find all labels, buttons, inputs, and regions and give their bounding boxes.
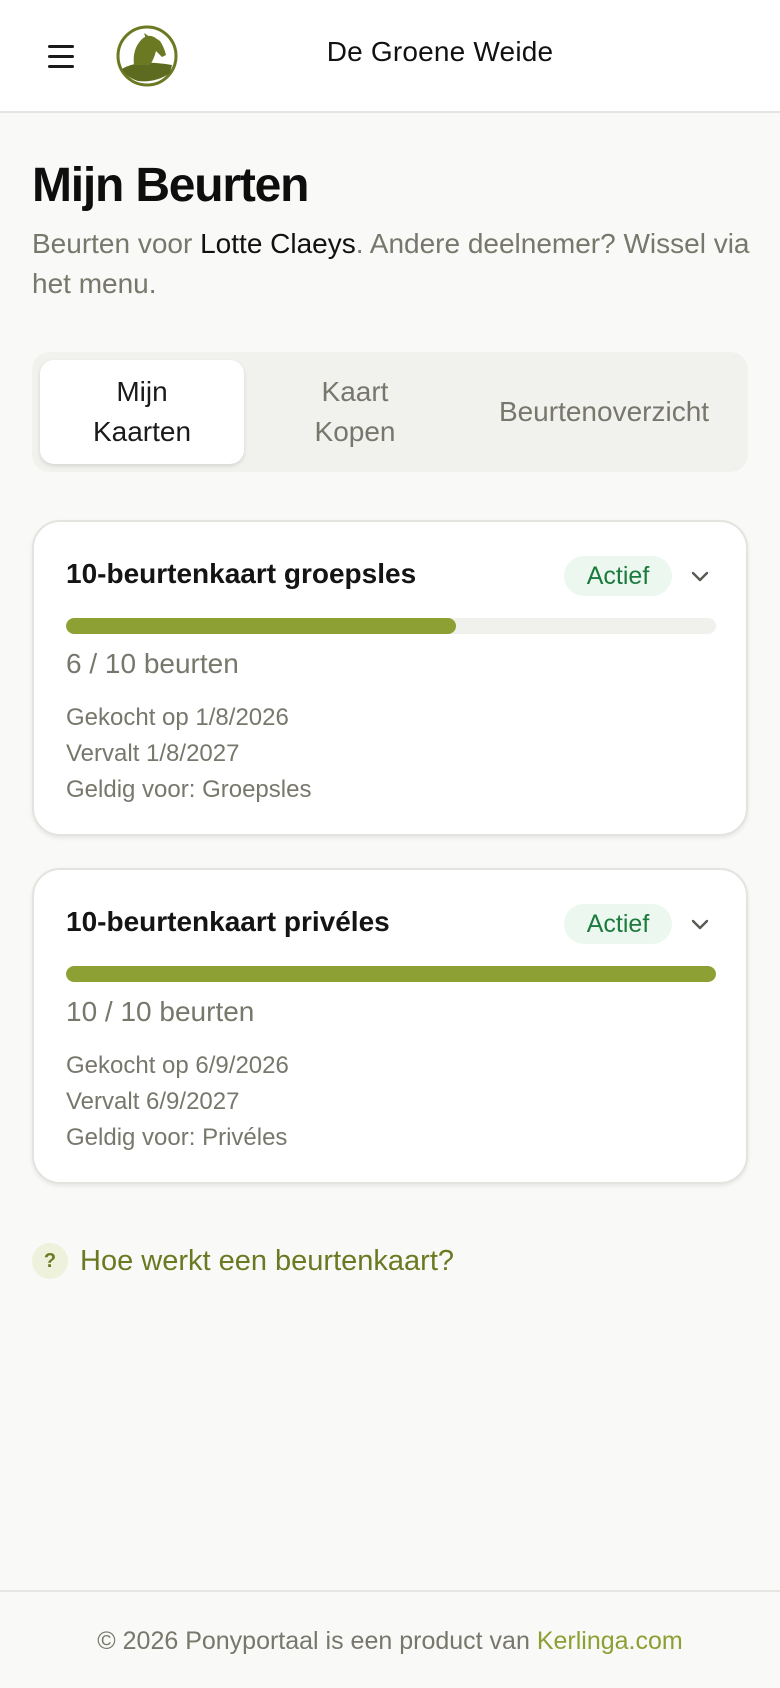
valid-for: Geldig voor: Privéles [66,1124,288,1151]
tab-label: Beurtenoverzicht [498,396,710,427]
status-badge: Actief [564,556,672,596]
progress-bar-fill [66,966,716,982]
tab-bar: Mijn Kaarten Kaart Kopen Beurtenoverzicht [32,352,748,472]
card-details: Gekocht op 6/9/2026 Vervalt 6/9/2027 Gel… [66,1048,289,1156]
subtitle-prefix: Beurten voor [32,228,201,259]
participant-name: Lotte Claeys [200,228,356,259]
question-icon: ? [32,1243,68,1279]
status-badge: Actief [564,904,672,944]
tab-label-line2: Kaarten [92,416,192,447]
footer-text: © 2026 Ponyportaal is een product van [97,1627,537,1655]
page-title: Mijn Beurten [32,159,309,212]
card-title: 10-beurtenkaart groepsles [66,558,417,589]
help-link[interactable]: ? Hoe werkt een beurtenkaart? [32,1241,454,1281]
card-groepsles[interactable]: 10-beurtenkaart groepsles Actief 6 / 10 … [32,520,748,836]
tab-beurtenoverzicht[interactable]: Beurtenoverzicht [466,360,742,464]
page-subtitle: Beurten voor Lotte Claeys. Andere deelne… [32,224,752,304]
progress-bar [66,966,716,982]
progress-bar [66,618,716,634]
footer: © 2026 Ponyportaal is een product van Ke… [0,1590,780,1688]
tab-label-line1: Mijn [116,376,168,407]
help-link-label: Hoe werkt een beurtenkaart? [80,1244,454,1277]
app-header: De Groene Weide [0,0,780,113]
usage-count: 6 / 10 beurten [66,648,239,679]
expiry-date: Vervalt 1/8/2027 [66,740,240,767]
card-details: Gekocht op 1/8/2026 Vervalt 1/8/2027 Gel… [66,700,311,808]
tab-label-line1: Kaart [321,376,389,407]
tab-kaart-kopen[interactable]: Kaart Kopen [252,360,458,464]
purchase-date: Gekocht op 1/8/2026 [66,704,289,731]
tab-label-line2: Kopen [314,416,396,447]
card-priveles[interactable]: 10-beurtenkaart privéles Actief 10 / 10 … [32,868,748,1184]
chevron-down-icon[interactable] [688,564,712,588]
usage-count: 10 / 10 beurten [66,996,255,1027]
expiry-date: Vervalt 6/9/2027 [66,1088,240,1115]
site-title: De Groene Weide [326,36,554,67]
card-title: 10-beurtenkaart privéles [66,906,390,937]
progress-bar-fill [66,618,456,634]
footer-link[interactable]: Kerlinga.com [537,1627,683,1655]
purchase-date: Gekocht op 6/9/2026 [66,1052,289,1079]
tab-mijn-kaarten[interactable]: Mijn Kaarten [40,360,244,464]
chevron-down-icon[interactable] [688,912,712,936]
valid-for: Geldig voor: Groepsles [66,776,312,803]
